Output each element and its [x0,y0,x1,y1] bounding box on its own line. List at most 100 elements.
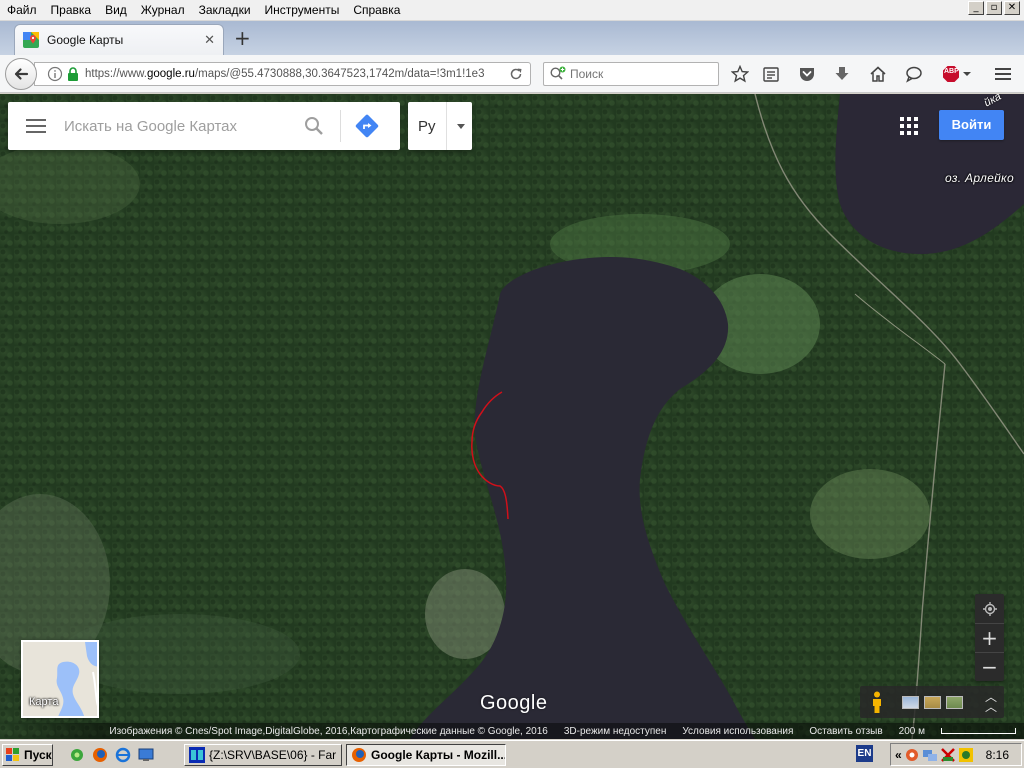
nav-bar: https://www.google.ru/maps/@55.4730888,3… [0,55,1024,93]
task-label: {Z:\SRV\BASE\06} - Far [209,747,337,762]
browser-search-box[interactable] [543,62,719,86]
minimap-label: Карта [29,696,59,708]
scale-indicator[interactable]: 200 м [899,726,1016,737]
location-target-icon [982,601,997,616]
back-arrow-icon [14,68,29,80]
url-bar[interactable]: https://www.google.ru/maps/@55.4730888,3… [34,62,531,86]
desktop-icon[interactable] [138,747,154,763]
menu-edit[interactable]: Правка [44,0,99,21]
bookmark-star-icon[interactable] [731,65,749,83]
bottom-toolbar: ︿ ︿ [860,686,1004,718]
google-maps-favicon-icon [23,32,39,48]
browser-search-input[interactable] [570,67,710,81]
start-label: Пуск [24,747,52,762]
apps-grid-icon-dot [907,131,911,135]
reading-list-icon[interactable] [762,65,780,83]
url-scheme: https://www. [85,68,147,80]
imagery-thumb-1[interactable] [902,695,919,709]
map-viewport[interactable]: Ру Войти йка оз. Арлейко Google Карта + … [0,94,1024,739]
windows-logo-icon [6,747,19,761]
signin-button[interactable]: Войти [939,110,1004,140]
task-firefox-google-maps[interactable]: Google Карты - Mozill... [346,743,506,766]
search-engine-icon[interactable] [549,66,567,82]
tray-expand-chevron[interactable]: « [895,748,902,762]
language-selector[interactable]: Ру [408,102,472,150]
firefox-icon [352,747,366,762]
menu-bookmarks[interactable]: Закладки [192,0,258,21]
url-text[interactable]: https://www.google.ru/maps/@55.4730888,3… [85,68,508,80]
windows-taskbar: Пуск {Z:\SRV\BASE\06} - Far Google Карты… [0,740,1024,768]
pegman-icon[interactable] [870,691,884,713]
scale-label: 200 м [898,725,925,737]
tab-title: Google Карты [47,33,124,47]
url-host: google.ru [147,68,195,80]
terms-link[interactable]: Условия использования [682,726,793,737]
tray-network-icon[interactable] [922,747,938,763]
imagery-thumb-2[interactable] [924,695,941,709]
map-layer-toggle[interactable]: Карта [21,640,99,718]
feedback-link[interactable]: Оставить отзыв [809,726,882,737]
menu-help[interactable]: Справка [346,0,407,21]
scale-bar [941,728,1016,734]
menu-file[interactable]: Файл [0,0,44,21]
apps-grid-icon-dot [914,124,918,128]
site-info-icon[interactable] [47,66,63,82]
far-manager-icon [189,746,205,763]
expand-chevron-icon[interactable]: ︿ ︿ [985,691,997,713]
reload-icon[interactable] [508,66,524,82]
zoom-out-button[interactable]: − [975,652,1004,681]
tray-app-icon[interactable] [958,747,974,763]
task-far-manager[interactable]: {Z:\SRV\BASE\06} - Far [184,743,342,766]
tray-flower-icon[interactable] [904,747,920,763]
back-button[interactable] [5,58,37,90]
menu-tools[interactable]: Инструменты [258,0,347,21]
menu-view[interactable]: Вид [98,0,134,21]
search-icon[interactable] [302,114,326,138]
tray-antivirus-icon[interactable] [940,747,956,763]
google-logo: Google [480,692,548,714]
my-location-button[interactable] [975,594,1004,623]
language-separator [446,102,447,150]
downloads-icon[interactable] [833,65,851,83]
imagery-attribution: Изображения © Cnes/Spot Image,DigitalGlo… [109,725,548,737]
apps-grid-icon-dot [914,131,918,135]
abp-label: ABP [944,68,959,75]
window-menubar: Файл Правка Вид Журнал Закладки Инструме… [0,0,1024,21]
minimize-button[interactable]: _ [968,1,984,15]
lake-place-label[interactable]: оз. Арлейко [945,171,1014,185]
google-apps-button[interactable] [897,114,921,138]
satellite-imagery[interactable] [0,94,1024,739]
pocket-icon[interactable] [798,65,816,83]
language-label: Ру [418,117,436,135]
adblock-plus-icon[interactable]: ABP [942,64,972,84]
chevron-down-icon [457,123,465,129]
menu-history[interactable]: Журнал [134,0,192,21]
apps-grid-icon-dot [907,117,911,121]
language-indicator[interactable]: EN [856,745,873,762]
zoom-in-button[interactable]: + [975,623,1004,652]
maps-search-input[interactable] [64,117,294,135]
apps-grid-icon-dot [914,117,918,121]
internet-explorer-icon[interactable] [115,747,131,763]
meadow-patch [810,469,930,559]
tab-google-maps[interactable]: Google Карты ✕ [14,24,224,55]
maps-menu-button[interactable] [8,102,64,150]
home-icon[interactable] [869,65,887,83]
firefox-icon[interactable] [92,747,108,763]
map-controls: + − [975,594,1004,681]
clock: 8:16 [985,747,1009,762]
directions-button[interactable] [341,102,393,150]
gear-flower-icon[interactable] [69,747,85,763]
url-path: /maps/@55.4730888,30.3647523,1742m/data=… [194,68,485,80]
imagery-thumb-3[interactable] [946,695,963,709]
close-window-button[interactable]: ✕ [1004,1,1020,15]
tab-close-icon[interactable]: ✕ [204,33,215,48]
chat-bubble-icon[interactable] [905,65,923,83]
new-tab-button[interactable]: + [234,28,251,48]
directions-icon [355,114,379,138]
hamburger-menu-icon[interactable] [994,65,1012,83]
task-label: Google Карты - Mozill... [371,747,506,762]
restore-button[interactable]: ▫ [986,1,1002,15]
start-button[interactable]: Пуск [2,743,53,766]
abp-dropdown-caret[interactable] [963,72,971,76]
